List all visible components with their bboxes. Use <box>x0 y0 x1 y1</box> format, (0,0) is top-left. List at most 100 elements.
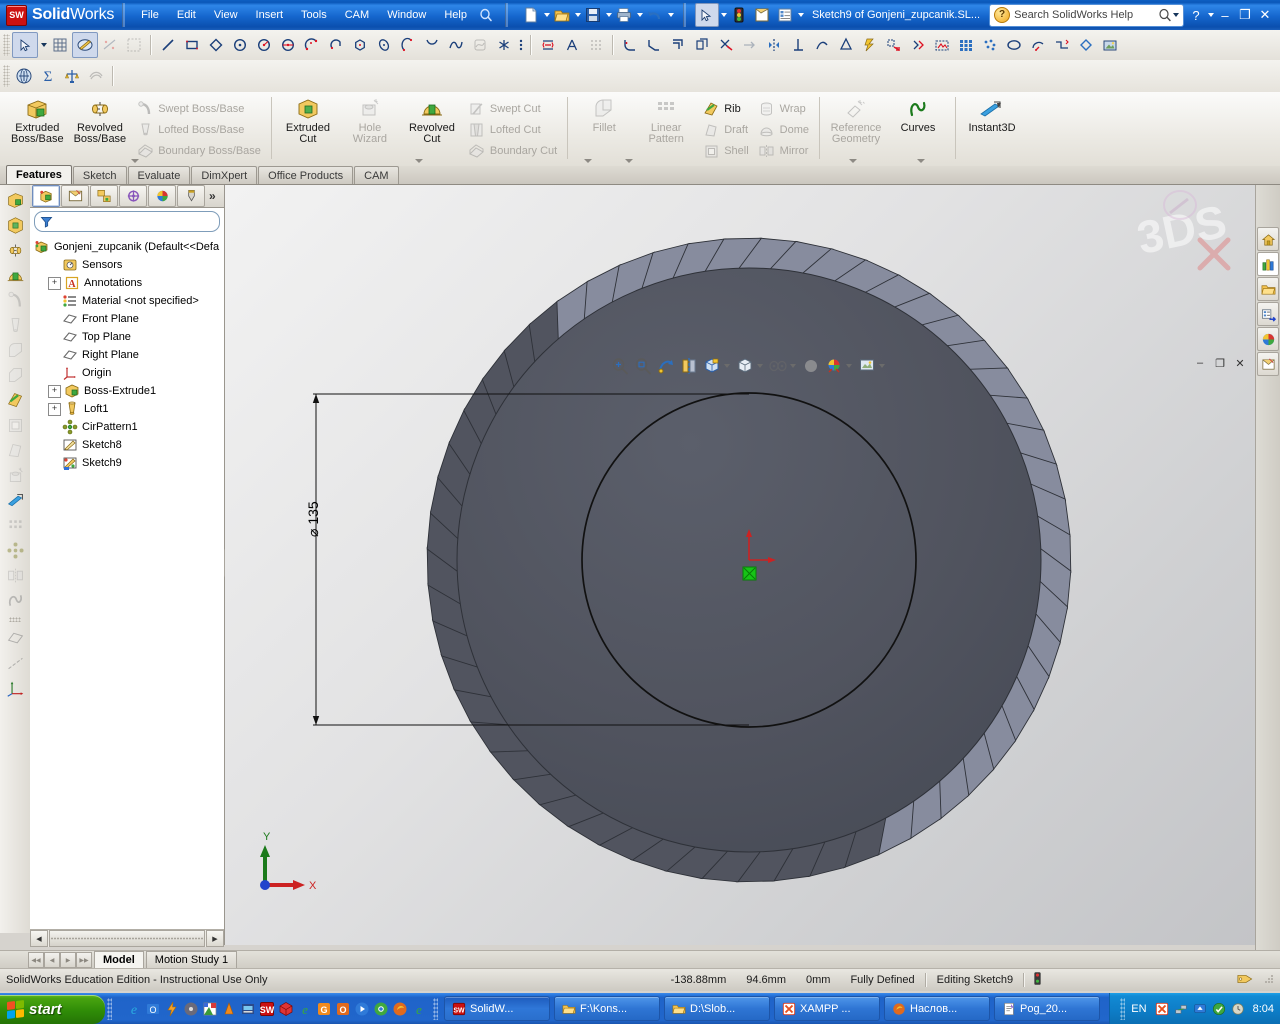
jog-line-icon[interactable] <box>1050 33 1074 57</box>
select-icon[interactable] <box>12 32 38 58</box>
player-icon[interactable] <box>353 1000 370 1017</box>
view-orientation-caret-icon[interactable] <box>724 364 730 368</box>
last-tab-icon[interactable]: ▶▶ <box>76 952 92 968</box>
reference-plane-tool-icon[interactable] <box>3 626 27 650</box>
display-style-caret-icon[interactable] <box>757 364 763 368</box>
internet-explorer-icon[interactable]: e <box>125 1000 142 1017</box>
spline-icon[interactable] <box>444 33 468 57</box>
vlc-icon[interactable] <box>220 1000 237 1017</box>
measure-icon[interactable] <box>12 64 36 88</box>
options-caret-icon[interactable] <box>797 13 804 17</box>
perimeter-circle-icon[interactable] <box>252 33 276 57</box>
taskbar-grip[interactable] <box>433 997 438 1020</box>
tree-item-sketch8[interactable]: Sketch8 <box>34 436 224 454</box>
tree-item-boss-extrude1[interactable]: + Boss-Extrude1 <box>34 382 224 400</box>
revolved-cut-tool-icon[interactable] <box>3 263 27 287</box>
curves-tool-icon[interactable] <box>3 588 27 612</box>
lofted-cut-button[interactable]: Lofted Cut <box>463 119 561 140</box>
tray-grip[interactable] <box>1120 997 1126 1020</box>
convert-entities-icon[interactable] <box>690 33 714 57</box>
extruded-boss-base-button[interactable]: Extruded Boss/Base <box>6 95 69 147</box>
menu-help[interactable]: Help <box>436 6 475 24</box>
display-style-icon[interactable] <box>735 356 755 376</box>
sketch-chamfer-icon[interactable] <box>642 33 666 57</box>
toolbar-grip[interactable] <box>3 65 10 87</box>
reference-axis-tool-icon[interactable] <box>3 651 27 675</box>
taskbar-clock[interactable]: 8:04 <box>1253 1003 1274 1015</box>
edit-appearance-caret-icon[interactable] <box>846 364 852 368</box>
taskbar-window-d-slob[interactable]: D:\Slob... <box>664 996 770 1021</box>
save-icon[interactable] <box>582 4 604 26</box>
linear-pattern-tool-icon[interactable] <box>3 513 27 537</box>
toolbar-grip[interactable] <box>9 617 21 622</box>
chrome-icon[interactable] <box>372 1000 389 1017</box>
hole-wizard-button[interactable]: Hole Wizard <box>339 95 401 147</box>
doc-restore-button[interactable]: ❐ <box>1213 357 1227 370</box>
feature-filter-input[interactable] <box>34 211 220 232</box>
revolved-boss-tool-icon[interactable] <box>3 238 27 262</box>
rib-tool-icon[interactable] <box>3 388 27 412</box>
sketch-fillet-icon[interactable] <box>618 33 642 57</box>
reference-geometry-button[interactable]: Reference Geometry <box>825 95 887 147</box>
three-point-arc-icon[interactable] <box>324 33 348 57</box>
scatter-points-icon[interactable] <box>978 33 1002 57</box>
linear-sketch-pattern-icon[interactable] <box>786 33 810 57</box>
mirror-button[interactable]: Mirror <box>753 140 813 161</box>
tree-item-right-plane[interactable]: Right Plane <box>34 346 224 364</box>
new-document-caret-icon[interactable] <box>543 13 550 17</box>
check-icon[interactable] <box>84 64 108 88</box>
scroll-thumb[interactable] <box>49 930 205 947</box>
maximize-button[interactable]: ❐ <box>1236 7 1254 23</box>
revolved-cut-button[interactable]: Revolved Cut <box>401 95 463 147</box>
diameter-dimension[interactable] <box>312 394 320 725</box>
rebuild-status-icon[interactable] <box>1025 971 1050 989</box>
trim-entities-icon[interactable] <box>714 33 738 57</box>
next-tab-icon[interactable]: ▶ <box>60 952 76 968</box>
resize-grip[interactable] <box>1263 973 1280 988</box>
boundary-boss-base-button[interactable]: Boundary Boss/Base <box>131 140 265 161</box>
fillet-caret-icon[interactable] <box>583 159 592 163</box>
draft-button[interactable]: Draft <box>697 119 752 140</box>
zoom-to-area-icon[interactable] <box>633 356 653 376</box>
print-icon[interactable] <box>613 4 635 26</box>
tree-item-cirpattern1[interactable]: CirPattern1 <box>34 418 224 436</box>
linear-pattern-caret-icon[interactable] <box>624 159 633 163</box>
hide-show-caret-icon[interactable] <box>790 364 796 368</box>
appearances-scenes-icon[interactable] <box>1257 327 1279 351</box>
menu-tools[interactable]: Tools <box>293 6 335 24</box>
tree-item-front-plane[interactable]: Front Plane <box>34 310 224 328</box>
opera-icon[interactable]: G <box>315 1000 332 1017</box>
search-caret-icon[interactable] <box>1173 13 1180 17</box>
point-icon[interactable] <box>492 33 516 57</box>
model-view[interactable]: 3DS Y X <box>225 185 1255 945</box>
select-dropdown-icon[interactable] <box>38 33 48 57</box>
tags-icon[interactable] <box>1227 972 1263 989</box>
mirror-tool-icon[interactable] <box>3 563 27 587</box>
open-document-icon[interactable] <box>551 4 573 26</box>
toolbar-grip[interactable] <box>3 34 10 56</box>
polygon-icon[interactable] <box>348 33 372 57</box>
section-properties-icon[interactable] <box>60 64 84 88</box>
menu-view[interactable]: View <box>206 6 246 24</box>
hole-wizard-tool-icon[interactable] <box>3 463 27 487</box>
revolved-boss-base-button[interactable]: Revolved Boss/Base <box>69 95 132 147</box>
section-view-icon[interactable] <box>679 356 699 376</box>
firefox-icon[interactable] <box>391 1000 408 1017</box>
sketch-diamond-icon[interactable] <box>1074 33 1098 57</box>
help-button[interactable]: ? <box>1187 8 1205 23</box>
network-tray-icon[interactable] <box>1174 1001 1189 1016</box>
minimize-button[interactable]: – <box>1216 8 1234 23</box>
edge-icon[interactable]: e <box>296 1000 313 1017</box>
xampp-tray-icon[interactable] <box>1155 1001 1170 1016</box>
outlook-icon[interactable]: O <box>144 1000 161 1017</box>
centerline-icon[interactable] <box>536 33 560 57</box>
sketch-image-icon[interactable] <box>1098 33 1122 57</box>
tree-item-sensors[interactable]: Sensors <box>34 256 224 274</box>
menu-cam[interactable]: CAM <box>337 6 377 24</box>
ellipse-icon[interactable] <box>372 33 396 57</box>
extruded-boss-caret-icon[interactable] <box>131 159 140 163</box>
tree-item-sketch9[interactable]: Sketch9 <box>34 454 224 472</box>
print-caret-icon[interactable] <box>636 13 643 17</box>
hide-show-icon[interactable] <box>768 356 788 376</box>
update-tray-icon[interactable] <box>1193 1001 1208 1016</box>
